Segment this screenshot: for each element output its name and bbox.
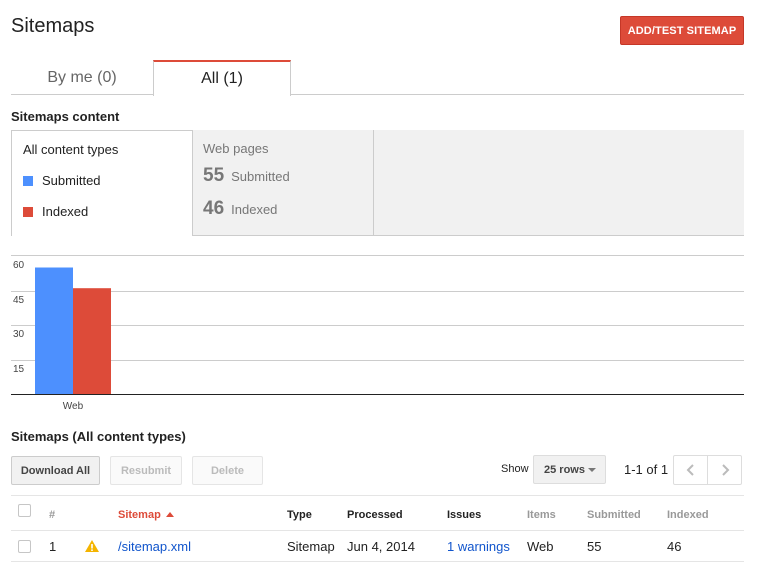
web-pages-indexed-count: 46	[203, 198, 225, 219]
chevron-right-icon	[721, 464, 729, 476]
select-all-checkbox[interactable]	[18, 504, 31, 517]
row-processed: Jun 4, 2014	[347, 539, 415, 554]
column-header-items: Items	[527, 509, 556, 521]
legend-submitted-label: Submitted	[42, 173, 101, 188]
column-header-indexed: Indexed	[667, 509, 709, 521]
web-pages-submitted: 55 Submitted	[203, 165, 290, 187]
column-header-type[interactable]: Type	[287, 509, 312, 521]
tab-all[interactable]: All (1)	[153, 60, 291, 96]
row-items: Web	[527, 539, 554, 554]
chevron-down-icon	[588, 468, 596, 472]
delete-button[interactable]: Delete	[192, 456, 263, 485]
sort-ascending-icon	[165, 512, 174, 517]
row-checkbox[interactable]	[18, 540, 31, 553]
submitted-swatch	[23, 175, 33, 186]
sitemaps-bar-chart: 15 30 45 60 Web	[11, 255, 744, 412]
tab-bar: By me (0) All (1)	[11, 60, 744, 96]
warning-icon	[85, 540, 99, 552]
issues-link[interactable]: 1 warnings	[447, 539, 510, 554]
bar-indexed-web	[73, 288, 111, 394]
column-header-submitted: Submitted	[587, 509, 641, 521]
web-pages-panel[interactable]: Web pages 55 Submitted 46 Indexed	[193, 130, 374, 236]
x-tick-label-web: Web	[63, 401, 84, 412]
resubmit-button[interactable]: Resubmit	[110, 456, 182, 485]
row-number: 1	[49, 539, 57, 554]
legend-submitted: Submitted	[23, 173, 101, 188]
sitemaps-content-heading: Sitemaps content	[11, 109, 120, 124]
bar-submitted-web	[35, 267, 73, 394]
y-tick-label-30: 30	[13, 329, 25, 340]
next-page-button[interactable]	[707, 455, 742, 485]
legend-indexed: Indexed	[23, 204, 88, 219]
column-header-number: #	[49, 509, 56, 521]
content-summary: All content types Submitted Indexed Web …	[11, 130, 744, 236]
row-type: Sitemap	[287, 539, 335, 554]
row-indexed: 46	[667, 539, 682, 554]
column-header-sitemap-label: Sitemap	[118, 509, 161, 521]
y-tick-label-45: 45	[13, 295, 25, 306]
web-pages-title: Web pages	[203, 141, 269, 156]
web-pages-submitted-count: 55	[203, 165, 225, 186]
sitemaps-table-heading: Sitemaps (All content types)	[11, 429, 186, 444]
table-row[interactable]: 1 /sitemap.xml Sitemap Jun 4, 2014 1 war…	[11, 531, 744, 562]
web-pages-indexed-label: Indexed	[231, 202, 278, 217]
table-header-row: # Sitemap Type Processed Issues Items Su…	[11, 495, 744, 531]
row-submitted: 55	[587, 539, 602, 554]
tab-by-me[interactable]: By me (0)	[11, 60, 153, 95]
show-label: Show	[501, 463, 529, 475]
all-content-types-label: All content types	[23, 142, 119, 157]
y-tick-label-60: 60	[13, 260, 25, 271]
column-header-processed[interactable]: Processed	[347, 509, 403, 521]
add-test-sitemap-button[interactable]: ADD/TEST SITEMAP	[620, 16, 744, 45]
legend-indexed-label: Indexed	[42, 204, 89, 219]
column-header-sitemap[interactable]: Sitemap	[118, 509, 174, 521]
web-pages-submitted-label: Submitted	[231, 169, 290, 184]
chevron-left-icon	[686, 464, 694, 476]
previous-page-button[interactable]	[673, 455, 708, 485]
web-pages-indexed: 46 Indexed	[203, 198, 277, 220]
rows-per-page-select[interactable]: 25 rows	[533, 455, 606, 484]
column-header-issues[interactable]: Issues	[447, 509, 481, 521]
indexed-swatch	[23, 206, 33, 217]
rows-per-page-value: 25 rows	[544, 463, 585, 476]
page-title: Sitemaps	[11, 15, 95, 37]
download-all-button[interactable]: Download All	[11, 456, 100, 485]
y-tick-label-15: 15	[13, 364, 25, 375]
content-type-panel[interactable]: All content types Submitted Indexed	[11, 130, 193, 236]
sitemap-link[interactable]: /sitemap.xml	[118, 539, 191, 554]
pagination-range: 1-1 of 1	[624, 462, 669, 477]
